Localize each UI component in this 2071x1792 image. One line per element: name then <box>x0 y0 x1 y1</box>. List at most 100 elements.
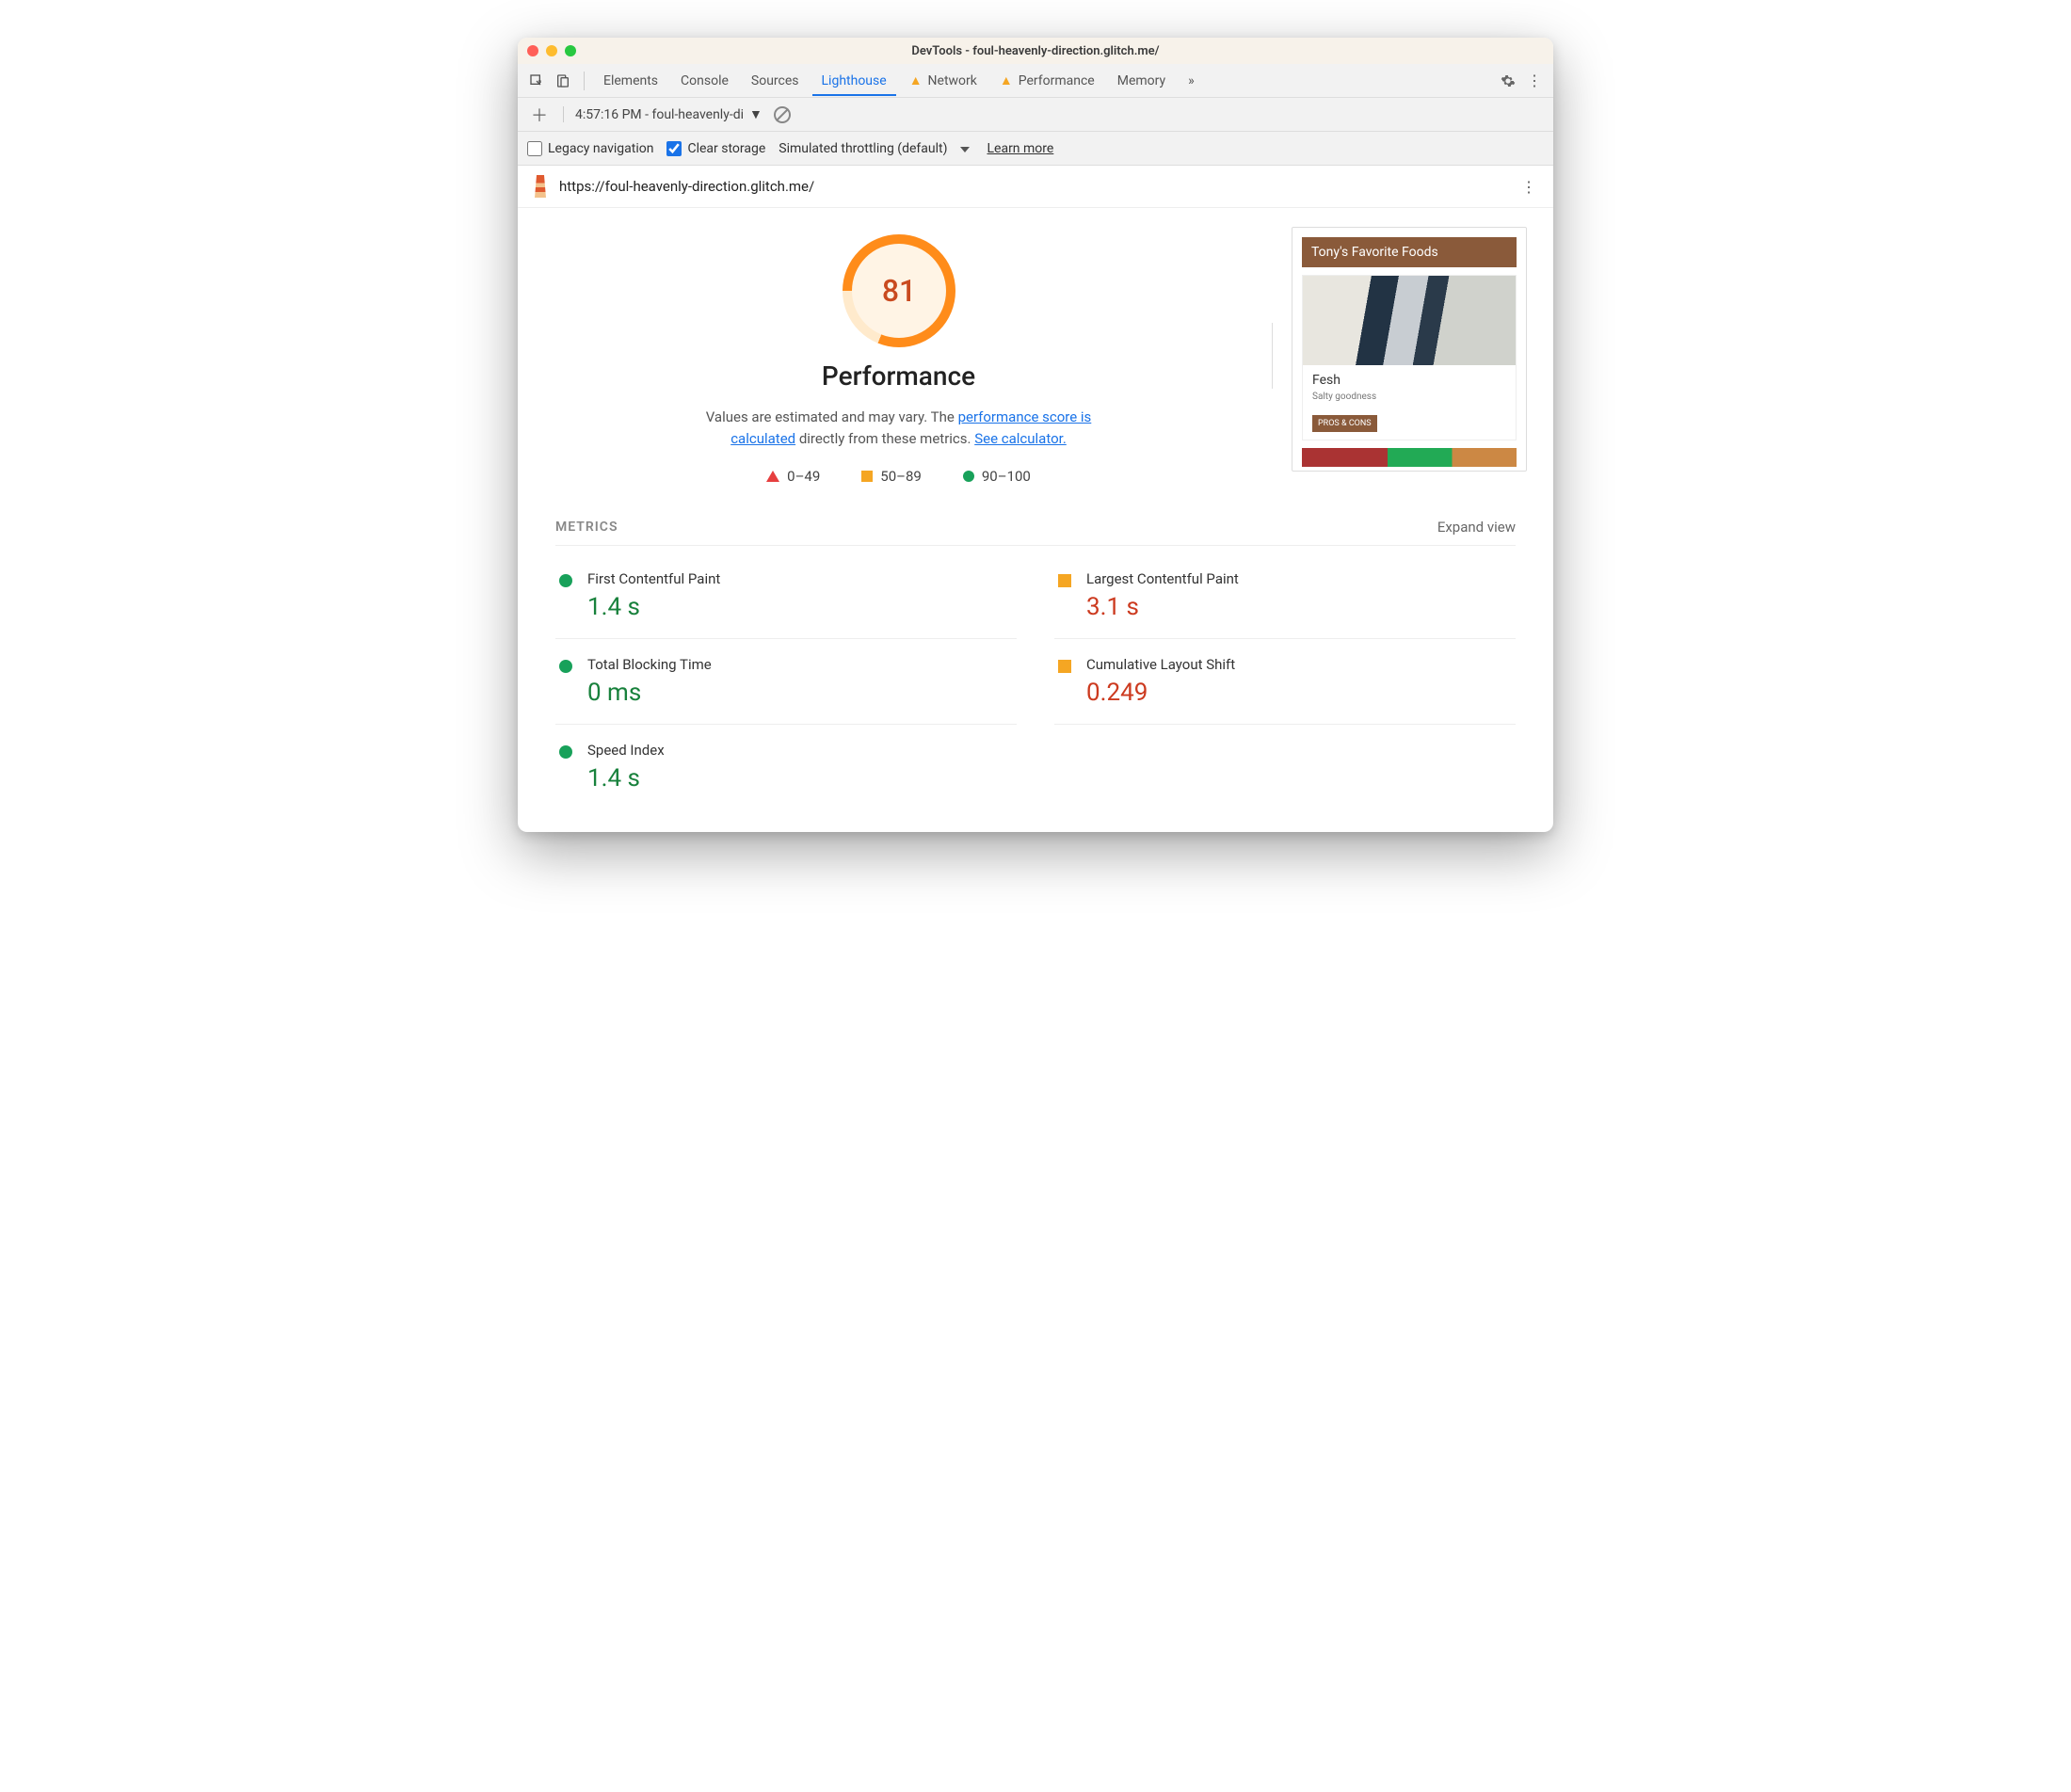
metric-value: 3.1 s <box>1086 593 1512 621</box>
chevron-down-icon: ▼ <box>749 106 763 122</box>
title-bar: DevTools - foul-heavenly-direction.glitc… <box>518 38 1553 64</box>
chevron-down-icon <box>960 147 970 152</box>
lighthouse-icon <box>531 175 550 198</box>
metric-value: 0 ms <box>587 679 1013 707</box>
metric-value: 0.249 <box>1086 679 1512 707</box>
metric-name: Speed Index <box>587 742 1013 759</box>
circle-icon <box>559 745 572 759</box>
tab-label: Network <box>928 73 977 88</box>
kebab-icon[interactable]: ⋮ <box>1523 70 1546 92</box>
clear-storage-checkbox[interactable]: Clear storage <box>666 141 765 156</box>
clear-storage-input[interactable] <box>666 141 682 156</box>
metric-fcp[interactable]: First Contentful Paint 1.4 s <box>555 553 1017 639</box>
checkbox-label: Legacy navigation <box>548 141 653 156</box>
metric-name: Largest Contentful Paint <box>1086 570 1512 587</box>
triangle-icon <box>766 471 779 482</box>
square-icon <box>1058 660 1071 673</box>
desc-text: Values are estimated and may vary. The <box>706 408 958 425</box>
device-toolbar-icon[interactable] <box>552 70 574 92</box>
clear-icon[interactable] <box>774 106 791 123</box>
gear-icon[interactable] <box>1497 70 1519 92</box>
metric-name: First Contentful Paint <box>587 570 1013 587</box>
tab-console[interactable]: Console <box>671 66 738 96</box>
metric-value: 1.4 s <box>587 764 1013 792</box>
tab-label: Lighthouse <box>822 73 887 88</box>
devtools-window: DevTools - foul-heavenly-direction.glitc… <box>518 38 1553 832</box>
preview-header: Tony's Favorite Foods <box>1302 237 1517 267</box>
column-divider <box>1272 323 1273 389</box>
throttling-dropdown[interactable] <box>960 141 973 156</box>
more-tabs-button[interactable]: » <box>1179 66 1204 96</box>
inspect-icon[interactable] <box>525 70 548 92</box>
checkbox-label: Clear storage <box>687 141 765 156</box>
performance-gauge[interactable]: 81 <box>843 234 955 347</box>
metric-tbt[interactable]: Total Blocking Time 0 ms <box>555 639 1017 725</box>
preview-card-title: Fesh <box>1312 373 1506 388</box>
tab-lighthouse[interactable]: Lighthouse <box>812 66 896 96</box>
divider <box>584 72 585 90</box>
tab-performance[interactable]: ▲ Performance <box>990 65 1104 96</box>
gauge-column: 81 Performance Values are estimated and … <box>544 227 1253 485</box>
circle-icon <box>559 574 572 587</box>
metrics-section: METRICS Expand view First Contentful Pai… <box>518 485 1553 832</box>
metrics-title: METRICS <box>555 520 618 535</box>
tab-network[interactable]: ▲ Network <box>900 65 987 96</box>
legend-label: 50–89 <box>880 468 922 485</box>
metrics-header: METRICS Expand view <box>555 519 1516 546</box>
gauge-score: 81 <box>852 244 946 338</box>
learn-more-link[interactable]: Learn more <box>987 141 1053 156</box>
report-url: https://foul-heavenly-direction.glitch.m… <box>559 178 814 195</box>
desc-text: directly from these metrics. <box>795 430 974 447</box>
expand-view-link[interactable]: Expand view <box>1437 519 1516 536</box>
preview-frame: Tony's Favorite Foods Fesh Salty goodnes… <box>1292 227 1527 472</box>
tab-memory[interactable]: Memory <box>1108 66 1175 96</box>
score-legend: 0–49 50–89 90–100 <box>544 468 1253 485</box>
preview-card-button: PROS & CONS <box>1312 415 1377 432</box>
legend-label: 90–100 <box>982 468 1031 485</box>
legacy-navigation-input[interactable] <box>527 141 542 156</box>
tab-elements[interactable]: Elements <box>594 66 667 96</box>
lighthouse-options: Legacy navigation Clear storage Simulate… <box>518 132 1553 166</box>
tab-label: Elements <box>603 73 658 88</box>
preview-image <box>1302 448 1517 467</box>
lighthouse-toolbar: ＋ 4:57:16 PM - foul-heavenly-di ▼ <box>518 98 1553 132</box>
throttling-label: Simulated throttling (default) <box>779 141 947 156</box>
metric-name: Total Blocking Time <box>587 656 1013 673</box>
preview-image <box>1303 276 1516 365</box>
legend-high: 90–100 <box>963 468 1031 485</box>
legend-mid: 50–89 <box>861 468 922 485</box>
new-report-button[interactable]: ＋ <box>527 103 552 127</box>
legend-label: 0–49 <box>787 468 820 485</box>
tab-label: Sources <box>751 73 799 88</box>
tab-sources[interactable]: Sources <box>742 66 809 96</box>
report-select[interactable]: 4:57:16 PM - foul-heavenly-di ▼ <box>563 106 763 122</box>
metric-cls[interactable]: Cumulative Layout Shift 0.249 <box>1054 639 1516 725</box>
circle-icon <box>559 660 572 673</box>
metric-si[interactable]: Speed Index 1.4 s <box>555 725 1017 809</box>
warning-icon: ▲ <box>909 72 923 88</box>
report-select-label: 4:57:16 PM - foul-heavenly-di <box>575 107 744 122</box>
metric-lcp[interactable]: Largest Contentful Paint 3.1 s <box>1054 553 1516 639</box>
page-preview: Tony's Favorite Foods Fesh Salty goodnes… <box>1292 227 1527 472</box>
window-title: DevTools - foul-heavenly-direction.glitc… <box>518 44 1553 58</box>
tab-label: Memory <box>1117 73 1165 88</box>
legacy-navigation-checkbox[interactable]: Legacy navigation <box>527 141 653 156</box>
square-icon <box>1058 574 1071 587</box>
metrics-grid: First Contentful Paint 1.4 s Largest Con… <box>555 553 1516 809</box>
kebab-icon[interactable]: ⋮ <box>1517 175 1540 198</box>
devtools-tabs: Elements Console Sources Lighthouse ▲ Ne… <box>518 64 1553 98</box>
gauge-label: Performance <box>544 360 1253 392</box>
metric-name: Cumulative Layout Shift <box>1086 656 1512 673</box>
see-calculator-link[interactable]: See calculator. <box>974 430 1067 447</box>
circle-icon <box>963 471 974 482</box>
tab-label: Console <box>681 73 729 88</box>
preview-card: Fesh Salty goodness PROS & CONS <box>1302 275 1517 440</box>
report-url-bar: https://foul-heavenly-direction.glitch.m… <box>518 166 1553 208</box>
legend-low: 0–49 <box>766 468 820 485</box>
report-body: 81 Performance Values are estimated and … <box>518 208 1553 485</box>
square-icon <box>861 471 873 482</box>
metric-value: 1.4 s <box>587 593 1013 621</box>
preview-card-subtitle: Salty goodness <box>1312 392 1506 402</box>
tab-label: Performance <box>1019 73 1095 88</box>
gauge-description: Values are estimated and may vary. The p… <box>697 407 1101 449</box>
